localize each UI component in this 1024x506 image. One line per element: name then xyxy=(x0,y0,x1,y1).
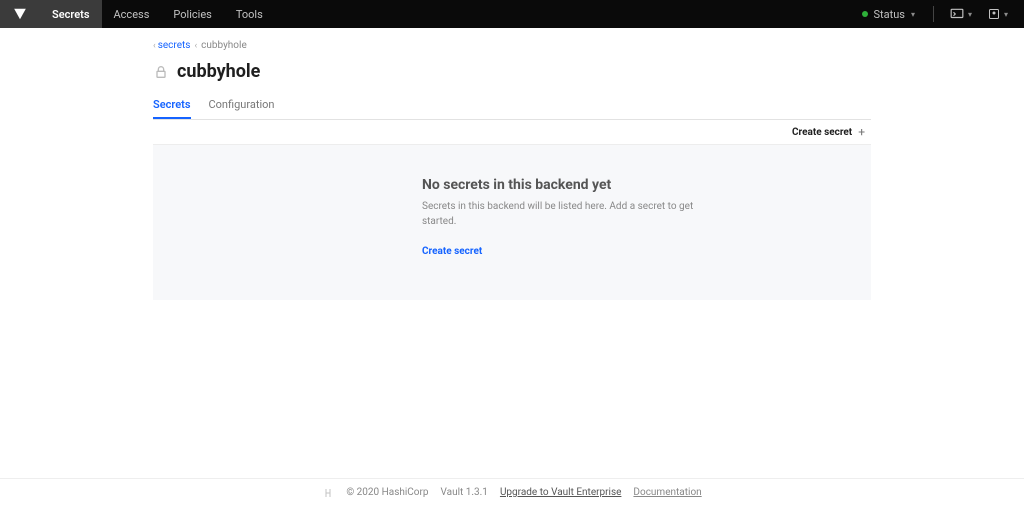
create-secret-label: Create secret xyxy=(792,127,852,138)
footer-docs-link[interactable]: Documentation xyxy=(633,487,701,498)
breadcrumb-parent-link[interactable]: ‹ secrets xyxy=(153,40,190,51)
user-dropdown[interactable]: ▾ xyxy=(980,8,1016,20)
footer: © 2020 HashiCorp Vault 1.3.1 Upgrade to … xyxy=(0,478,1024,506)
vault-logo[interactable] xyxy=(0,0,40,28)
page-title-row: cubbyhole xyxy=(153,61,871,82)
nav-tools[interactable]: Tools xyxy=(224,0,275,28)
breadcrumb: ‹ secrets ‹ cubbyhole xyxy=(153,40,871,51)
chevron-down-icon: ▾ xyxy=(1004,10,1008,19)
page-title: cubbyhole xyxy=(177,61,260,82)
empty-state: No secrets in this backend yet Secrets i… xyxy=(153,144,871,300)
nav-access[interactable]: Access xyxy=(102,0,162,28)
empty-state-title: No secrets in this backend yet xyxy=(422,177,722,193)
chevron-down-icon: ▾ xyxy=(968,10,972,19)
empty-state-body: Secrets in this backend will be listed h… xyxy=(422,199,722,229)
chevron-down-icon: ▾ xyxy=(911,10,915,19)
status-dropdown[interactable]: Status ▾ xyxy=(852,8,925,21)
status-label: Status xyxy=(874,8,905,21)
tab-secrets[interactable]: Secrets xyxy=(153,92,191,119)
nav-policies[interactable]: Policies xyxy=(161,0,223,28)
top-navbar: Secrets Access Policies Tools Status ▾ ▾… xyxy=(0,0,1024,28)
nav-right: Status ▾ ▾ ▾ xyxy=(852,0,1024,28)
footer-version: Vault 1.3.1 xyxy=(441,487,488,498)
footer-copyright: © 2020 HashiCorp xyxy=(346,487,428,498)
empty-state-create-link[interactable]: Create secret xyxy=(422,246,482,257)
status-dot-icon xyxy=(862,11,868,17)
page: ‹ secrets ‹ cubbyhole cubbyhole Secrets … xyxy=(153,28,871,300)
nav-items: Secrets Access Policies Tools xyxy=(40,0,275,28)
tabs: Secrets Configuration xyxy=(153,92,871,120)
console-icon xyxy=(950,8,964,20)
create-secret-button[interactable]: Create secret + xyxy=(792,126,865,138)
plus-icon: + xyxy=(858,126,865,138)
breadcrumb-parent-label: secrets xyxy=(158,40,191,51)
chevron-left-icon: ‹ xyxy=(194,41,197,51)
chevron-left-icon: ‹ xyxy=(153,41,156,51)
nav-separator xyxy=(933,6,934,22)
panel-header: Create secret + xyxy=(153,120,871,144)
vault-logo-icon xyxy=(13,7,27,21)
lock-icon xyxy=(153,64,169,80)
footer-upgrade-link[interactable]: Upgrade to Vault Enterprise xyxy=(500,487,621,498)
content-wrapper: ‹ secrets ‹ cubbyhole cubbyhole Secrets … xyxy=(0,28,1024,478)
hashicorp-icon xyxy=(322,487,334,499)
console-dropdown[interactable]: ▾ xyxy=(942,8,980,20)
nav-secrets[interactable]: Secrets xyxy=(40,0,102,28)
empty-state-inner: No secrets in this backend yet Secrets i… xyxy=(422,177,722,258)
user-icon xyxy=(988,8,1000,20)
tab-configuration[interactable]: Configuration xyxy=(209,92,275,119)
breadcrumb-current: cubbyhole xyxy=(201,40,247,51)
